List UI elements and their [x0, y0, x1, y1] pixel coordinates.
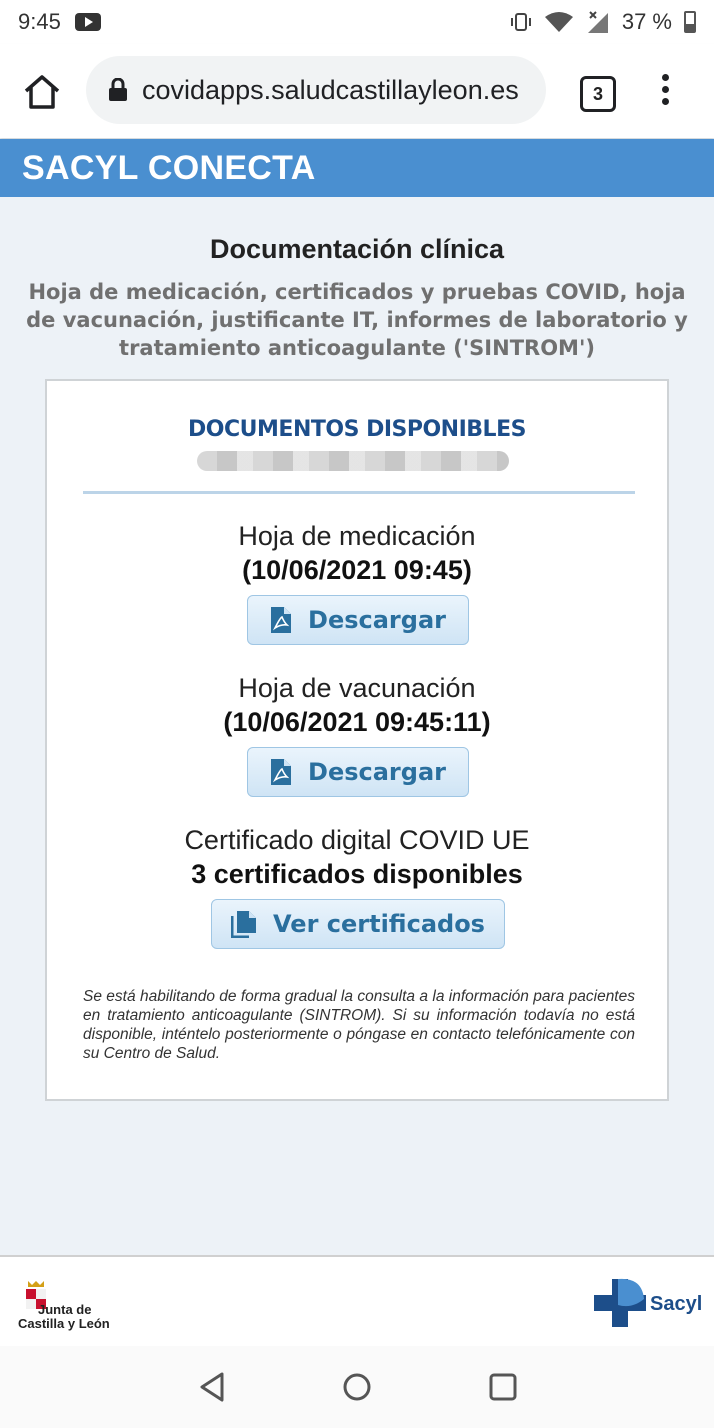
tab-switcher-button[interactable]: 3 — [580, 76, 616, 112]
signal-icon — [587, 11, 608, 33]
status-bar: 9:45 37 % — [0, 0, 714, 44]
view-certificates-label: Ver certificados — [273, 910, 485, 938]
download-vaccination-button[interactable]: Descargar — [247, 747, 469, 797]
download-button-label: Descargar — [308, 606, 446, 634]
medication-sheet-title: Hoja de medicación — [238, 521, 476, 551]
lock-icon — [109, 78, 127, 101]
pdf-icon — [271, 607, 292, 633]
download-medication-button[interactable]: Descargar — [247, 595, 469, 645]
vaccination-sheet-date: (10/06/2021 09:45:11) — [223, 707, 491, 737]
home-circle-icon[interactable] — [340, 1370, 374, 1404]
page-title: Documentación clínica — [209, 234, 505, 264]
footer: Junta de Castilla y León Sacyl — [0, 1255, 714, 1347]
vaccination-sheet-title: Hoja de vacunación — [238, 673, 476, 703]
overflow-menu-icon[interactable] — [658, 74, 672, 110]
vibrate-icon — [510, 13, 531, 31]
system-navigation-bar — [0, 1346, 714, 1428]
back-icon[interactable] — [196, 1370, 230, 1404]
app-title: SACYL CONECTA — [22, 148, 316, 187]
battery-icon — [684, 11, 696, 33]
divider — [83, 491, 635, 494]
card-heading: DOCUMENTOS DISPONIBLES — [188, 417, 526, 442]
view-certificates-button[interactable]: Ver certificados — [211, 899, 505, 949]
wifi-icon — [544, 12, 573, 32]
junta-castilla-leon-logo[interactable]: Junta de Castilla y León — [18, 1275, 128, 1331]
page-subtitle: Hoja de medicación, certificados y prueb… — [26, 280, 688, 360]
sacyl-logo-text: Sacyl — [650, 1293, 703, 1315]
battery-percent: 37 % — [621, 9, 672, 34]
documents-icon — [231, 911, 257, 938]
sacyl-logo[interactable]: Sacyl — [592, 1275, 702, 1331]
medication-sheet-date: (10/06/2021 09:45) — [242, 555, 472, 585]
recent-apps-icon[interactable] — [486, 1370, 520, 1404]
documents-card: DOCUMENTOS DISPONIBLES Hoja de medicació… — [45, 379, 669, 1101]
address-bar[interactable]: covidapps.saludcastillayleon.es — [86, 56, 546, 124]
browser-toolbar: covidapps.saludcastillayleon.es 3 — [0, 44, 714, 138]
home-icon[interactable] — [20, 70, 64, 114]
app-header: SACYL CONECTA — [0, 139, 714, 197]
redacted-patient-name — [197, 451, 509, 471]
download-button-label: Descargar — [308, 758, 446, 786]
url-text: covidapps.saludcastillayleon.es — [142, 74, 519, 105]
pdf-icon — [271, 759, 292, 785]
youtube-notification-icon — [74, 13, 101, 31]
covid-certificate-count: 3 certificados disponibles — [191, 859, 523, 889]
status-time: 9:45 — [18, 9, 61, 34]
sacyl-cross-icon — [594, 1278, 646, 1327]
junta-logo-text: Junta de Castilla y León — [18, 1302, 110, 1331]
sintrom-notice: Se está habilitando de forma gradual la … — [83, 988, 635, 1062]
covid-certificate-title: Certificado digital COVID UE — [184, 825, 530, 855]
